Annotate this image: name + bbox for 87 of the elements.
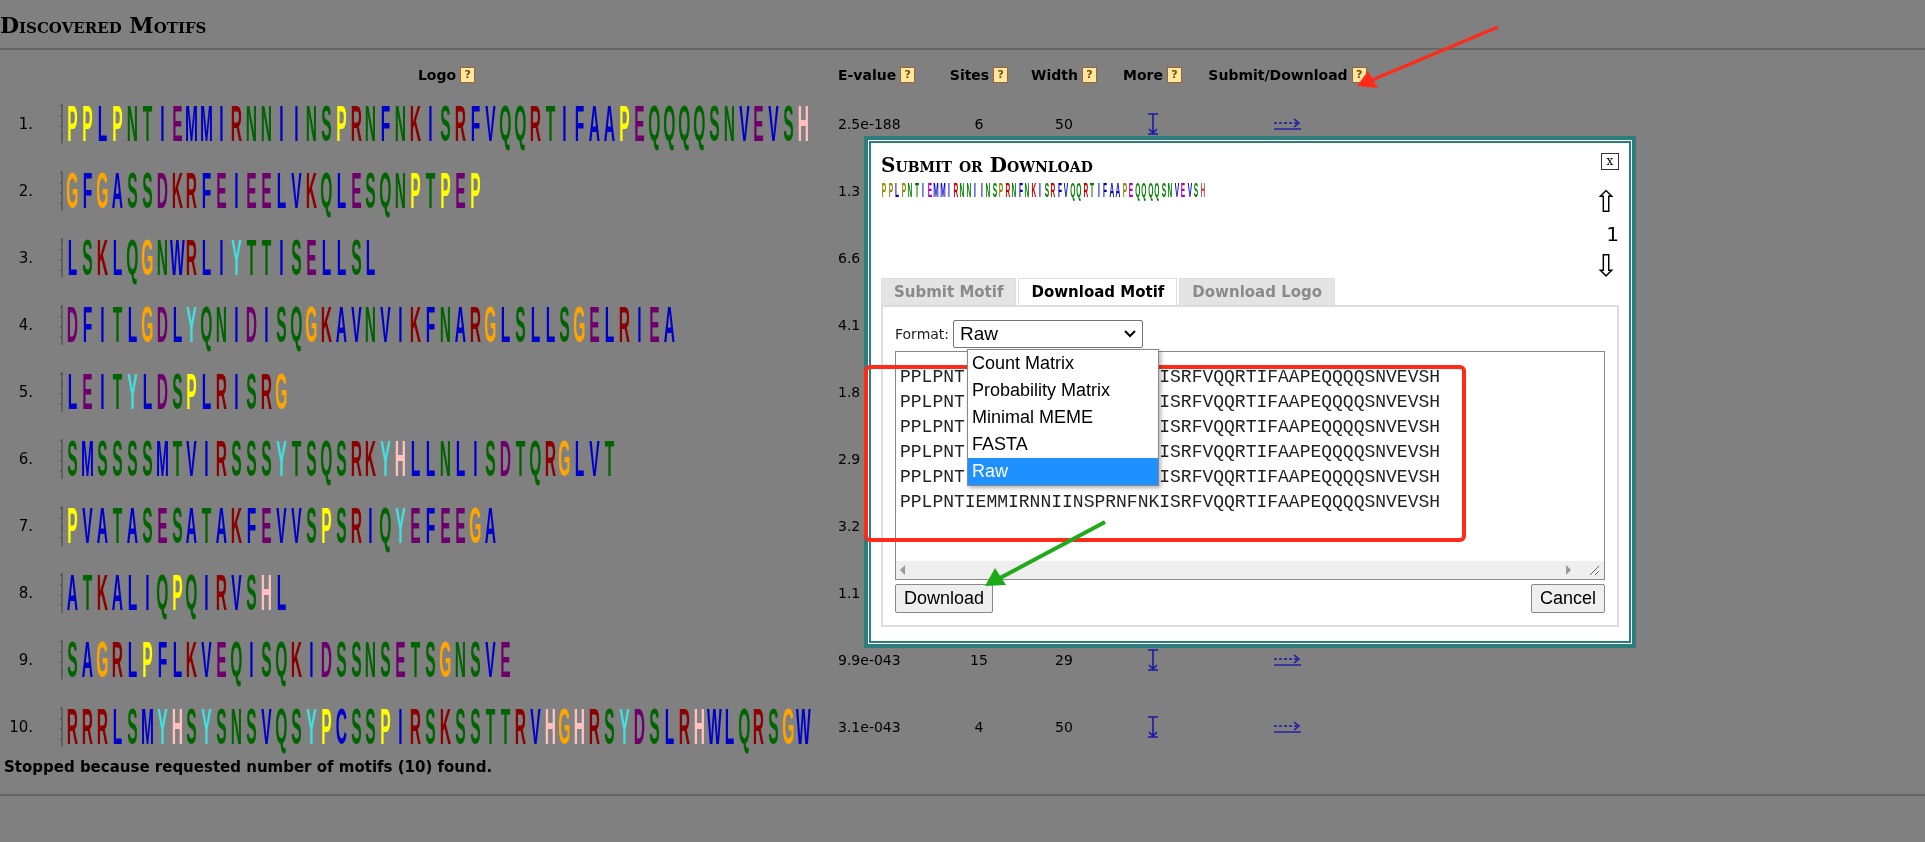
help-icon[interactable]: ? [1081,67,1097,83]
next-motif-button[interactable]: ⇩ [1593,250,1619,282]
sequence-line: PPLPNT [900,417,965,437]
sequence-logo: DFITLGDLYQNIDISQGKAVNVIKFNARGLSLLSGELRIEA [65,294,676,355]
sequence-line: ISRFVQQRTIFAAPEQQQQSNVEVSH [1159,467,1441,487]
sequence-logo: GFGASSDKRFEIEELVKQLESQNPTPEP [65,160,482,221]
section-heading: Discovered Motifs [0,12,208,40]
dotted-arrow-icon[interactable] [1272,719,1303,734]
motif-width: 50 [1054,718,1074,735]
format-label: Format: [895,326,950,342]
e-value: 2.9 [838,450,861,467]
column-header: More [1123,67,1163,83]
previous-motif-button[interactable]: ⇧ [1593,186,1619,218]
sequence-logo: SMSSSSMTVIRSSSYTSQSRKYHLLNLISDTQRGLVT [66,428,616,489]
sequence-line: ISRFVQQRTIFAAPEQQQQSNVEVSH [1159,367,1441,387]
help-icon[interactable]: ? [1166,67,1182,83]
e-value: 9.9e-043 [838,651,901,668]
download-button[interactable]: Download [895,584,994,613]
motif-number: 4. [17,315,34,334]
sequence-logo: LEITYLDSPLRISRG [66,361,289,422]
column-header: Sites [949,67,990,83]
status-message: Stopped because requested number of motifs (10) found. [4,758,494,776]
chevron-down-icon [1124,330,1137,338]
e-value: 4.1 [838,316,861,333]
expand-icon[interactable] [1146,715,1159,738]
motif-number: 2. [17,181,34,200]
motif-number: 9. [17,650,34,669]
e-value: 3.1e-043 [838,718,901,735]
column-header: Width [1031,67,1078,83]
e-value: 1.8 [838,383,861,400]
sequence-line: PPLPNT [900,442,965,462]
motif-width: 50 [1054,115,1074,132]
sequence-logo: RRRLSMYHSYSNSVQSYPCSSPIRSKSSTTRVHGHRSYDSLRHWLQRSGW [65,696,812,757]
sequence-line: PPLPNT [900,367,965,387]
horizontal-scrollbar[interactable] [896,561,1604,579]
e-value: 1.3 [838,182,861,199]
sequence-line: PPLPNT [900,467,965,487]
sequence-logo: LSKLQGNWRLIYTTISELLSL [66,227,377,288]
help-icon[interactable]: ? [993,67,1009,83]
dialog-title: Submit or Download [881,153,1094,177]
sites-count: 6 [973,115,985,132]
motif-position: 1 [1606,222,1619,246]
expand-icon[interactable] [1146,648,1159,671]
help-icon[interactable]: ? [460,67,476,83]
dotted-arrow-icon[interactable] [1272,652,1303,667]
motif-number: 10. [8,717,34,736]
sequence-line: ISRFVQQRTIFAAPEQQQQSNVEVSH [1159,392,1441,412]
motif-number: 1. [17,114,34,133]
cancel-button[interactable]: Cancel [1530,584,1605,613]
e-value: 6.6 [838,249,861,266]
sequence-logo: PPLPNTIEMMIRNNIINSPRNFNKISRFVQQRTIFAAPEQQQQSNVEVSH [881,177,1206,202]
dropdown-option[interactable]: Count Matrix [968,350,1158,377]
scroll-right-icon[interactable] [1566,565,1572,575]
sequence-logo: PVATASESATAKFEVVSPSRIQYEFEEGA [66,495,497,556]
column-header: Submit/Download [1208,67,1348,83]
motif-number: 3. [17,248,34,267]
resize-grip-icon[interactable] [1588,564,1600,576]
motif-number: 5. [17,382,34,401]
motif-width: 29 [1054,651,1074,668]
sites-count: 4 [973,718,985,735]
format-select[interactable]: Raw [953,320,1144,348]
sequence-line: PPLPNT [900,392,965,412]
help-icon[interactable]: ? [900,67,916,83]
dropdown-option[interactable]: Probability Matrix [968,377,1158,404]
motif-number: 6. [17,449,34,468]
dotted-arrow-icon[interactable] [1272,116,1303,131]
expand-icon[interactable] [1146,112,1159,135]
dropdown-option[interactable]: Minimal MEME [968,404,1158,431]
e-value: 3.2 [838,517,861,534]
e-value: 2.5e-188 [838,115,901,132]
tab[interactable]: Download Motif [1018,278,1178,305]
scroll-left-icon[interactable] [900,565,906,575]
motif-number: 7. [17,516,34,535]
sequence-line: PPLPNTIEMMIRNNIINSPRNFNKISRFVQQRTIFAAPEQQQQSNVEVSH [900,492,1441,512]
sequence-line: ISRFVQQRTIFAAPEQQQQSNVEVSH [1159,417,1441,437]
dropdown-option[interactable]: FASTA [968,431,1158,458]
motif-number: 8. [17,583,34,602]
sequence-logo: ATKALIQPQIRVSHL [65,562,288,623]
sequence-line: ISRFVQQRTIFAAPEQQQQSNVEVSH [1159,442,1441,462]
e-value: 1.1 [838,584,861,601]
sites-count: 15 [969,651,989,668]
sequence-logo: SAGRLPFLKVEQISQKIDSSNSETSGNSVE [66,629,512,690]
column-header: Logo [417,67,457,83]
close-button[interactable]: x [1601,153,1619,170]
sequence-logo: PPLPNTIEMMIRNNIINSPRNFNKISRFVQQRTIFAAPEQQQQSNVEVSH [66,93,811,154]
column-header: E-value [838,67,897,83]
sequence-text-area[interactable] [895,351,1605,580]
